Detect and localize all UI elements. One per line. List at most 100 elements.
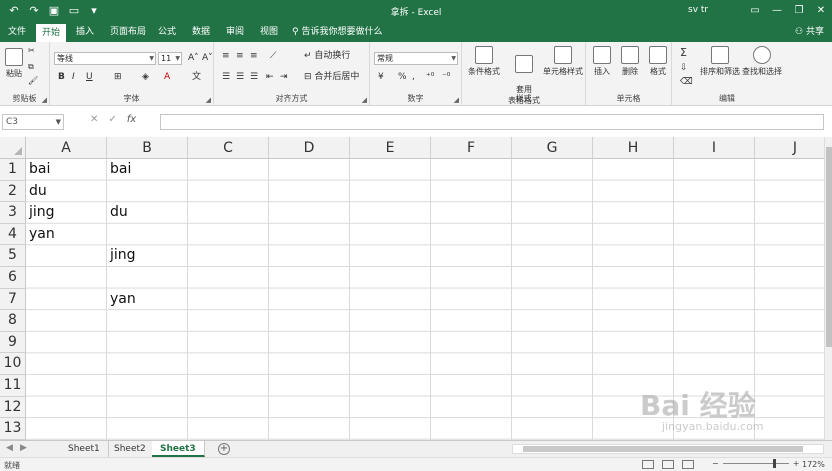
tab-formulas[interactable]: 公式 [152,22,182,42]
increase-indent-button[interactable]: ⇥ [278,71,290,84]
cell-styles-button[interactable]: 单元格样式 [542,46,584,77]
user-name[interactable]: sv tr [688,5,708,15]
copy-button[interactable]: ⧉ [28,62,34,72]
cell-a1[interactable]: bai [26,159,107,181]
clipboard-launcher-icon[interactable]: ◢ [42,96,47,104]
cancel-icon[interactable]: ✕ [90,114,98,130]
alignment-launcher-icon[interactable]: ◢ [362,96,367,104]
row-header-8[interactable]: 8 [0,310,26,332]
column-header-g[interactable]: G [512,137,593,159]
row-header-5[interactable]: 5 [0,245,26,267]
vertical-scroll-thumb[interactable] [826,147,832,347]
underline-button[interactable]: U [84,71,95,84]
select-all-corner[interactable] [0,137,26,159]
format-painter-button[interactable]: 🖌 [28,76,38,85]
orientation-button[interactable]: ⟋ [268,50,278,63]
tab-page-layout[interactable]: 页面布局 [104,22,152,42]
row-header-11[interactable]: 11 [0,375,26,397]
cell-b1[interactable]: bai [107,159,188,181]
insert-function-icon[interactable]: fx [127,114,136,130]
column-header-j[interactable]: J [755,137,824,159]
border-button[interactable]: ⊞ [112,71,124,84]
tab-data[interactable]: 数据 [186,22,216,42]
row-header-2[interactable]: 2 [0,180,26,203]
vertical-scrollbar[interactable] [824,137,832,440]
tab-file[interactable]: 文件 [2,22,32,42]
bold-button[interactable]: B [56,71,67,84]
align-right-button[interactable]: ☰ [248,71,260,84]
column-header-b[interactable]: B [107,137,188,159]
horizontal-scrollbar[interactable] [512,444,824,454]
font-launcher-icon[interactable]: ◢ [206,96,211,104]
cell-a3[interactable]: jing [26,202,107,224]
number-format-combo[interactable]: 常规 ▼ [374,52,458,65]
zoom-slider[interactable]: − + [712,459,799,468]
autosum-button[interactable]: Σ [678,46,689,59]
zoom-in-button[interactable]: + [793,459,800,468]
cell-a4[interactable]: yan [26,224,107,246]
column-header-e[interactable]: E [350,137,431,159]
cell-a2[interactable]: du [26,181,107,203]
ribbon-display-icon[interactable]: ▭ [744,0,766,22]
column-header-d[interactable]: D [269,137,350,159]
cell-b5[interactable]: jing [107,245,188,267]
find-select-button[interactable]: 查找和选择 [742,46,782,77]
currency-button[interactable]: ¥ [376,71,386,84]
sort-filter-button[interactable]: 排序和筛选 [700,46,740,77]
row-header-3[interactable]: 3 [0,202,26,224]
fill-color-button[interactable]: ◈ [140,71,151,84]
wrap-text-button[interactable]: ↵ 自动换行 [302,50,352,63]
zoom-track[interactable] [722,459,789,468]
percent-button[interactable]: % [396,71,409,84]
italic-button[interactable]: I [70,71,77,84]
row-header-10[interactable]: 10 [0,353,26,375]
font-color-button[interactable]: A [162,71,172,84]
comma-button[interactable]: , [410,71,417,84]
delete-cells-button[interactable]: 删除 [618,46,642,77]
tab-insert[interactable]: 插入 [70,22,100,42]
close-button[interactable]: ✕ [810,0,832,22]
align-middle-button[interactable]: ≡ [234,50,246,63]
cell-b7[interactable]: yan [107,289,188,311]
share-button[interactable]: ⚇ 共享 [795,22,824,42]
grow-font-button[interactable]: A˄ [186,52,201,65]
horizontal-scroll-thumb[interactable] [523,446,803,452]
page-break-view-icon[interactable] [682,460,694,469]
column-header-f[interactable]: F [431,137,512,159]
align-center-button[interactable]: ☰ [234,71,246,84]
shrink-font-button[interactable]: A˅ [200,52,215,65]
insert-cells-button[interactable]: 插入 [590,46,614,77]
cell-b3[interactable]: du [107,202,188,224]
column-header-c[interactable]: C [188,137,269,159]
align-bottom-button[interactable]: ≡ [248,50,260,63]
prev-sheet-icon[interactable]: ◀ [6,443,13,453]
zoom-out-button[interactable]: − [712,459,719,468]
tab-home[interactable]: 开始 [36,24,67,42]
paste-button[interactable]: 粘贴 [4,48,24,79]
sheet-tab-sheet3[interactable]: Sheet3 [152,441,205,457]
add-sheet-icon[interactable]: + [218,443,230,455]
zoom-knob[interactable] [772,459,776,468]
phonetic-button[interactable]: 文 [190,71,203,84]
increase-decimal-button[interactable]: ⁺⁰ [424,71,436,84]
name-box[interactable]: C3 ▼ [2,114,64,130]
row-header-1[interactable]: 1 [0,159,26,181]
row-header-13[interactable]: 13 [0,418,26,440]
row-header-12[interactable]: 12 [0,396,26,419]
sheet-tab-sheet1[interactable]: Sheet1 [60,441,109,457]
align-top-button[interactable]: ≡ [220,50,232,63]
formula-input[interactable] [160,114,824,130]
column-header-h[interactable]: H [593,137,674,159]
format-cells-button[interactable]: 格式 [646,46,670,77]
maximize-button[interactable]: ❐ [788,0,810,22]
align-left-button[interactable]: ☰ [220,71,232,84]
row-header-7[interactable]: 7 [0,288,26,311]
column-header-a[interactable]: A [26,137,107,159]
sheet-tab-sheet2[interactable]: Sheet2 [106,441,155,457]
next-sheet-icon[interactable]: ▶ [20,443,27,453]
row-header-4[interactable]: 4 [0,223,26,246]
clear-button[interactable]: ⌫ [678,76,695,89]
column-header-i[interactable]: I [674,137,755,159]
minimize-button[interactable]: — [766,0,788,22]
number-launcher-icon[interactable]: ◢ [454,96,459,104]
